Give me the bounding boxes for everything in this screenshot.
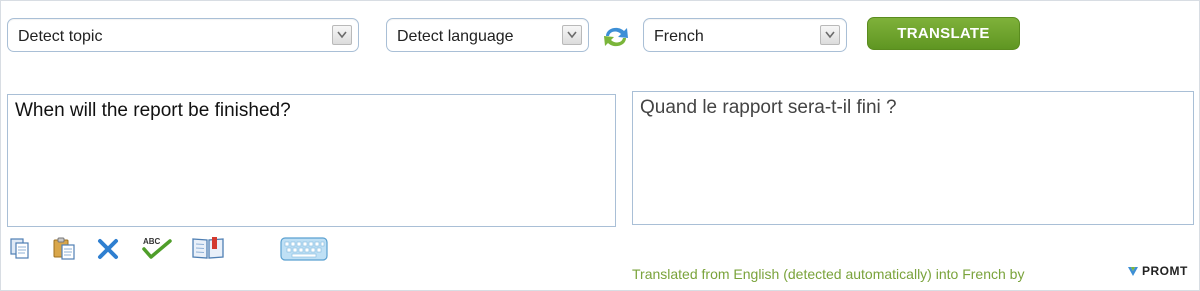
- source-language-select[interactable]: Detect language: [386, 18, 589, 52]
- translate-button[interactable]: TRANSLATE: [867, 17, 1020, 50]
- swap-icon: [604, 27, 628, 47]
- target-language-select[interactable]: French: [643, 18, 847, 52]
- source-text-area[interactable]: When will the report be finished?: [7, 94, 616, 227]
- chevron-down-icon: [562, 25, 582, 45]
- topic-select[interactable]: Detect topic: [7, 18, 359, 52]
- source-text: When will the report be finished?: [15, 100, 291, 121]
- copy-icon: [10, 238, 29, 259]
- promt-logo: PROMT: [1127, 262, 1188, 280]
- translated-text: Quand le rapport sera-t-il fini ?: [640, 97, 897, 118]
- clear-icon: [98, 239, 118, 259]
- source-language-label: Detect language: [397, 28, 514, 45]
- spellcheck-label: ABC: [143, 237, 161, 246]
- translation-attribution: Translated from English (detected automa…: [632, 266, 1025, 282]
- promt-brand: PROMT: [1142, 264, 1188, 278]
- spellcheck-icon: ABC: [142, 237, 172, 259]
- target-language-label: French: [654, 28, 704, 45]
- chevron-down-icon: [332, 25, 352, 45]
- target-text-area[interactable]: Quand le rapport sera-t-il fini ?: [632, 91, 1194, 225]
- dictionary-icon: [192, 237, 224, 259]
- virtual-keyboard-button[interactable]: [280, 236, 328, 262]
- clear-button[interactable]: [96, 235, 120, 261]
- paste-icon: [53, 237, 75, 260]
- topic-select-label: Detect topic: [18, 28, 103, 45]
- copy-button[interactable]: [9, 235, 33, 261]
- swap-languages-button[interactable]: [600, 22, 632, 52]
- virtual-keyboard-icon: [280, 237, 328, 261]
- paste-button[interactable]: [52, 235, 78, 261]
- chevron-down-icon: [820, 25, 840, 45]
- promt-logo-icon: [1128, 267, 1138, 276]
- spellcheck-button[interactable]: ABC: [140, 235, 174, 261]
- dictionary-button[interactable]: [190, 235, 226, 261]
